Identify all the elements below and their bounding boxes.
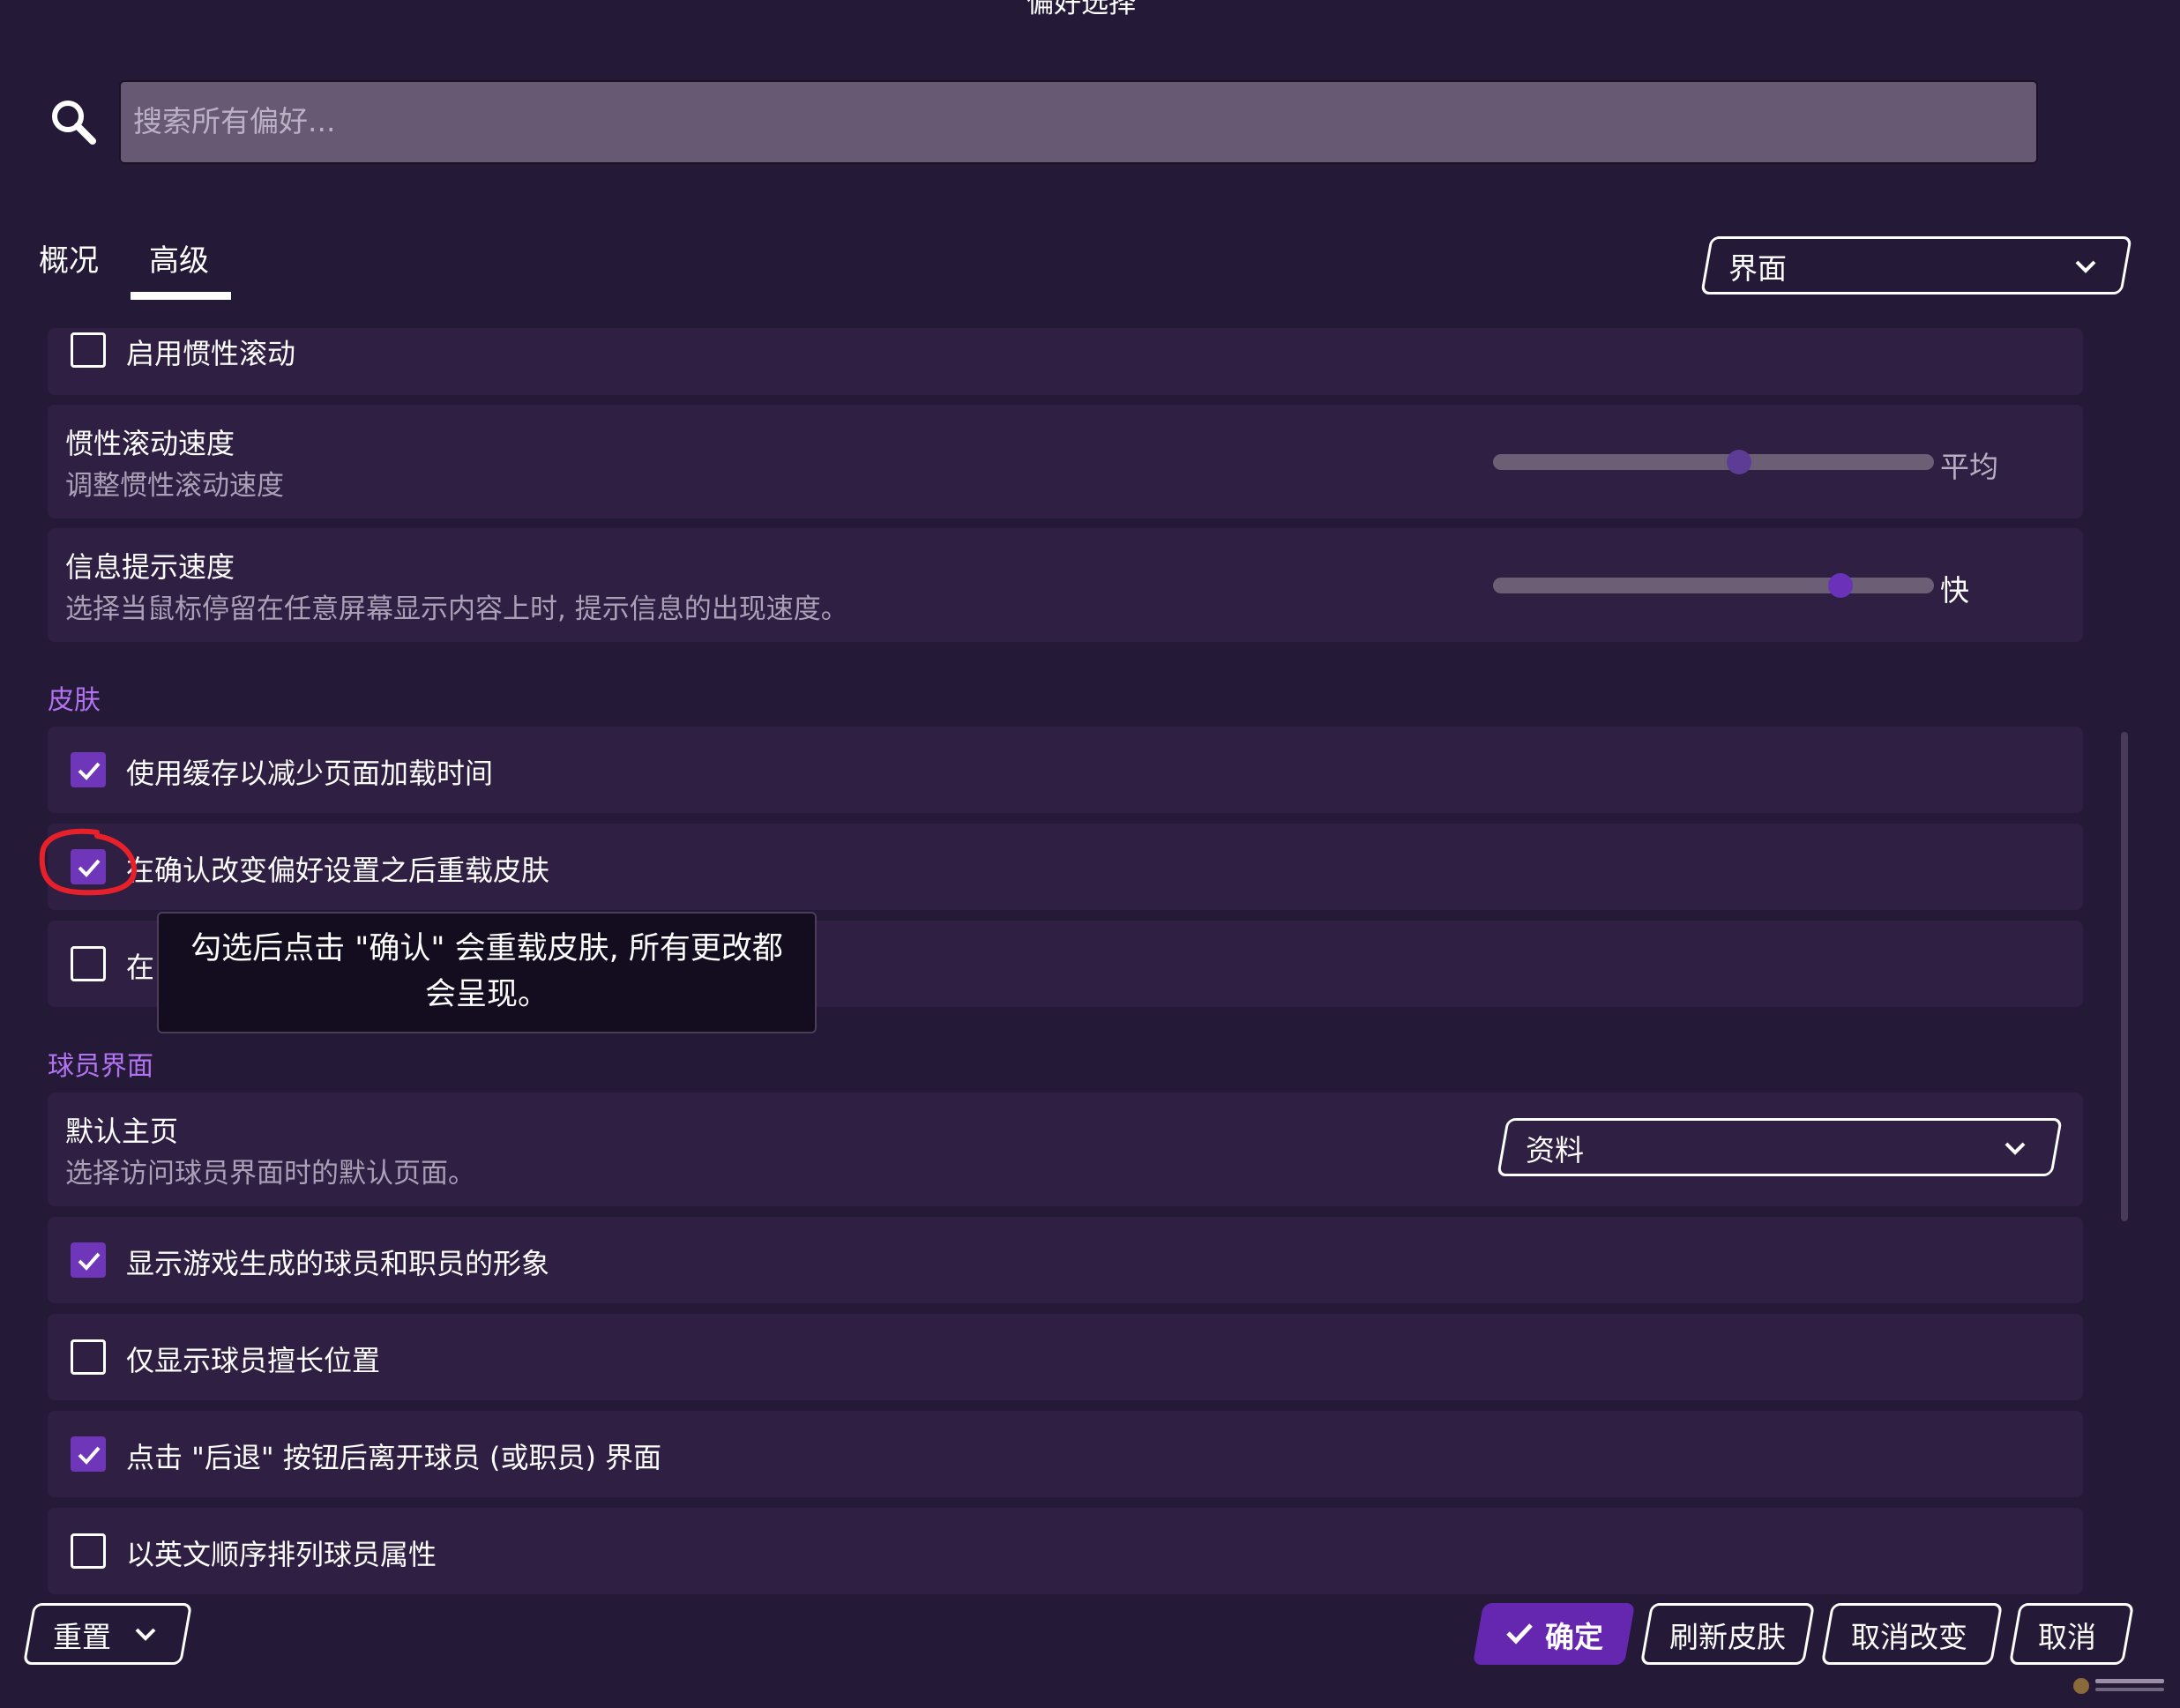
checkmark-icon bbox=[78, 762, 101, 780]
section-heading-skin: 皮肤 bbox=[48, 685, 101, 716]
back-leaves-profile-label: 点击 "后退" 按钮后离开球员 (或职员) 界面 bbox=[126, 1441, 662, 1474]
natural-positions-checkbox[interactable] bbox=[71, 1339, 106, 1375]
tab-overview[interactable]: 概况 bbox=[39, 236, 99, 280]
dialog-title: 偏好选择 bbox=[1027, 0, 1136, 19]
annotation-circle bbox=[39, 828, 138, 896]
skin-third-checkbox[interactable] bbox=[71, 946, 106, 981]
confirm-button-label: 确定 bbox=[1545, 1620, 1603, 1654]
inertia-scroll-checkbox[interactable] bbox=[71, 332, 106, 368]
chevron-down-icon bbox=[2005, 1142, 2026, 1155]
reset-button-label: 重置 bbox=[53, 1620, 111, 1654]
tooltip-speed-label: 信息提示速度 bbox=[65, 550, 235, 584]
default-home-label: 默认主页 bbox=[65, 1115, 179, 1148]
tooltip-popup: 勾选后点击 "确认" 会重载皮肤, 所有更改都 会呈现。 bbox=[157, 912, 817, 1033]
scrollbar[interactable] bbox=[2121, 732, 2128, 1221]
default-home-desc: 选择访问球员界面时的默认页面。 bbox=[65, 1158, 475, 1190]
cancel-changes-button-label: 取消改变 bbox=[1851, 1620, 1967, 1654]
skin-cache-checkbox[interactable] bbox=[71, 752, 106, 787]
english-attribute-order-checkbox[interactable] bbox=[71, 1533, 106, 1569]
checkmark-icon bbox=[1506, 1623, 1533, 1645]
show-generated-faces-checkbox[interactable] bbox=[71, 1242, 106, 1278]
reload-skin-label: 在确认改变偏好设置之后重载皮肤 bbox=[126, 854, 550, 887]
inertia-speed-label: 惯性滚动速度 bbox=[65, 427, 235, 460]
refresh-skin-button-label: 刷新皮肤 bbox=[1669, 1620, 1786, 1654]
tooltip-line-1: 勾选后点击 "确认" 会重载皮肤, 所有更改都 bbox=[190, 931, 783, 966]
search-input[interactable]: 搜索所有偏好... bbox=[119, 80, 2038, 164]
row-inertia-scroll bbox=[48, 328, 2083, 395]
tooltip-speed-value: 快 bbox=[1940, 573, 1969, 608]
category-select-value: 界面 bbox=[1728, 251, 1787, 286]
checkmark-icon bbox=[78, 1446, 101, 1465]
tooltip-line-2: 会呈现。 bbox=[424, 977, 549, 1012]
checkmark-icon bbox=[78, 1252, 101, 1271]
watermark-logo bbox=[2071, 1674, 2168, 1698]
inertia-speed-slider-handle[interactable] bbox=[1727, 450, 1751, 474]
back-leaves-profile-checkbox[interactable] bbox=[71, 1436, 106, 1472]
chevron-down-icon bbox=[2075, 260, 2096, 273]
default-home-select-value: 资料 bbox=[1526, 1133, 1584, 1167]
cancel-button-label: 取消 bbox=[2038, 1620, 2096, 1654]
inertia-speed-desc: 调整惯性滚动速度 bbox=[65, 470, 284, 502]
inertia-scroll-label: 启用惯性滚动 bbox=[126, 337, 296, 370]
tooltip-speed-desc: 选择当鼠标停留在任意屏幕显示内容上时, 提示信息的出现速度。 bbox=[65, 593, 848, 625]
tooltip-speed-slider-handle[interactable] bbox=[1828, 573, 1853, 598]
show-generated-faces-label: 显示游戏生成的球员和职员的形象 bbox=[126, 1247, 550, 1280]
inertia-speed-value: 平均 bbox=[1940, 450, 1998, 484]
skin-third-label: 在 bbox=[126, 951, 155, 984]
skin-cache-label: 使用缓存以减少页面加载时间 bbox=[126, 757, 494, 790]
section-heading-player: 球员界面 bbox=[48, 1051, 153, 1082]
chevron-down-icon bbox=[135, 1628, 156, 1641]
english-attribute-order-label: 以英文顺序排列球员属性 bbox=[126, 1538, 437, 1571]
inertia-speed-slider[interactable] bbox=[1493, 454, 1934, 470]
tooltip-speed-slider[interactable] bbox=[1493, 578, 1934, 593]
search-icon bbox=[52, 101, 96, 145]
tab-advanced[interactable]: 高级 bbox=[149, 236, 209, 280]
active-tab-indicator bbox=[131, 292, 231, 300]
natural-positions-label: 仅显示球员擅长位置 bbox=[126, 1344, 381, 1377]
